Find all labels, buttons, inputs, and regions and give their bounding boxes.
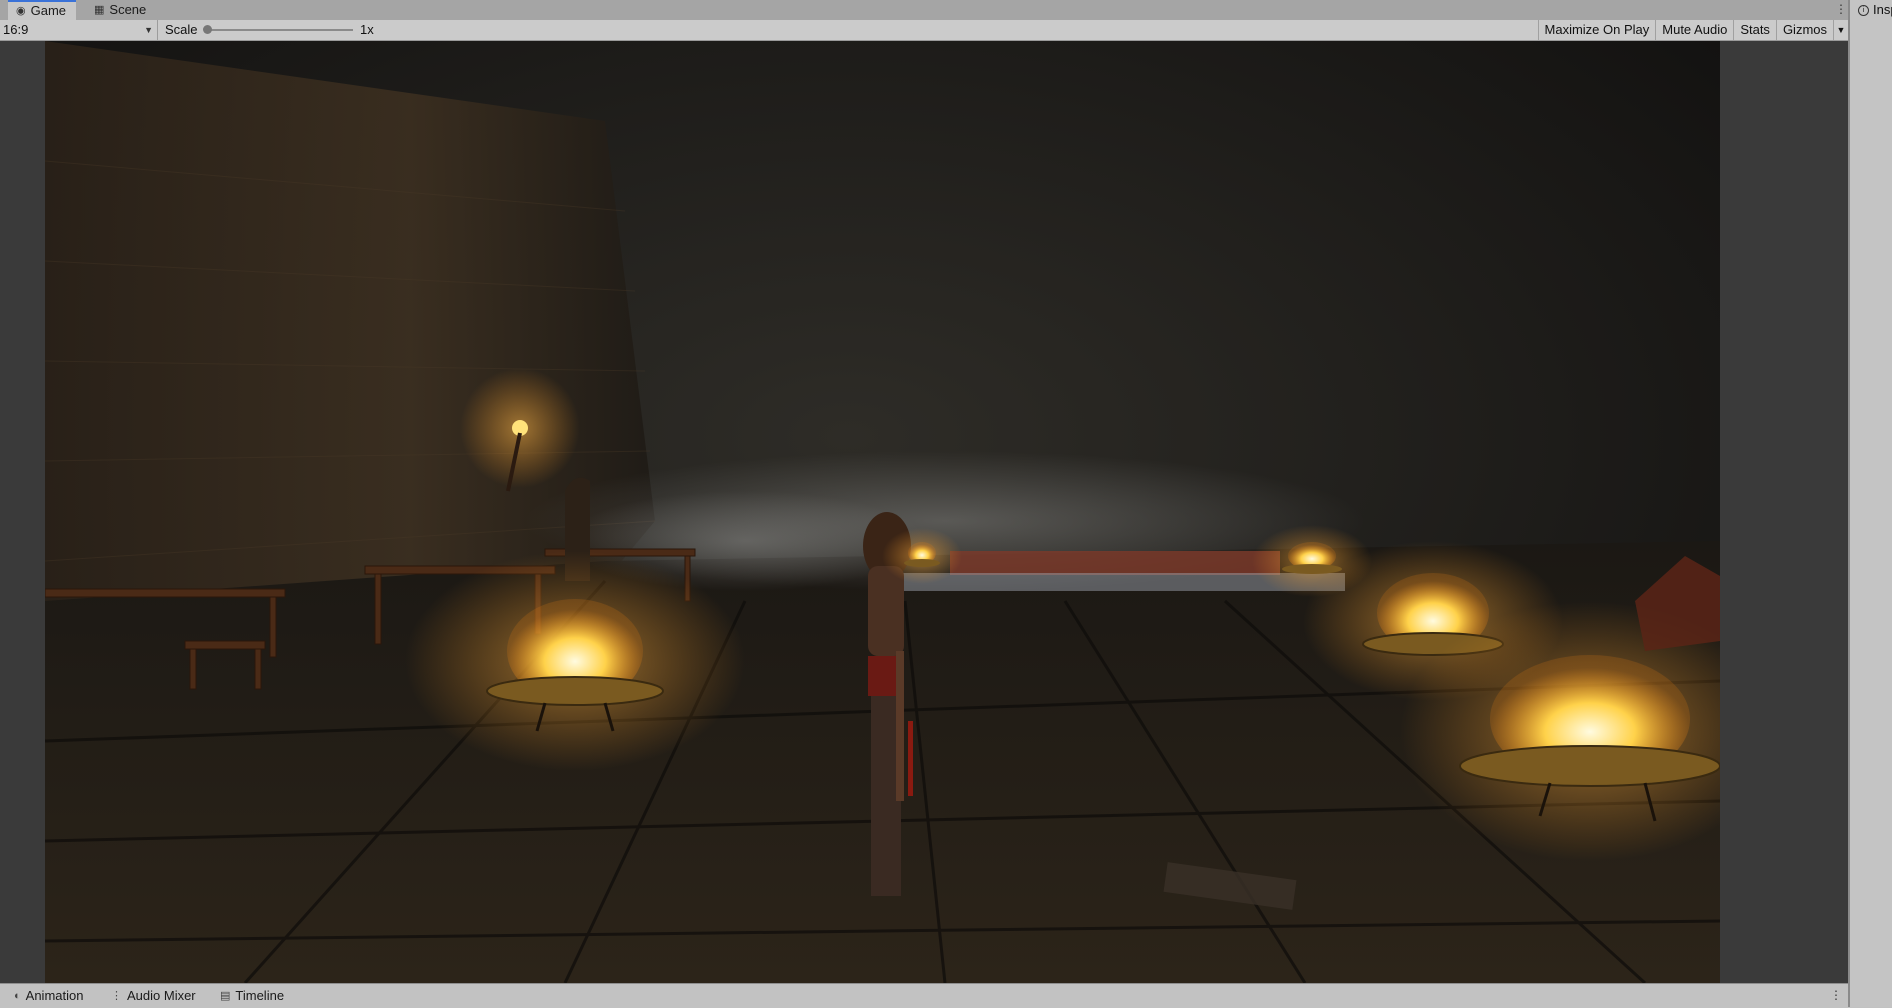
aspect-ratio-value: 16:9 (3, 22, 29, 37)
bottom-menu-icon[interactable]: ⋮ (1830, 988, 1842, 1002)
mixer-icon: ⋮ (111, 990, 122, 1002)
editor-tab-bar: ◉ Game ▦ Scene ⋮ (0, 0, 1848, 21)
game-view-toolbar: 16:9 ▼ Scale 1x Maximize On Play Mute Au… (0, 20, 1848, 41)
gamepad-icon: ◉ (16, 5, 26, 17)
tab-inspector-label: Insp (1873, 2, 1892, 17)
maximize-on-play-button[interactable]: Maximize On Play (1537, 20, 1656, 40)
gizmos-dropdown-icon[interactable]: ▼ (1833, 20, 1848, 40)
tab-menu-icon[interactable]: ⋮ (1834, 2, 1848, 16)
info-icon: i (1858, 4, 1869, 16)
tab-audio-mixer-label: Audio Mixer (127, 988, 196, 1003)
gizmos-button[interactable]: Gizmos (1775, 20, 1833, 40)
tab-scene[interactable]: ▦ Scene (86, 0, 156, 20)
tab-inspector[interactable]: i Insp (1858, 0, 1892, 20)
brazier-far-left (882, 528, 962, 584)
chevron-down-icon: ▼ (144, 25, 153, 35)
tab-game[interactable]: ◉ Game (8, 0, 77, 20)
tab-timeline[interactable]: ▤ Timeline (220, 984, 284, 1008)
stats-button[interactable]: Stats (1733, 20, 1776, 40)
tab-timeline-label: Timeline (235, 988, 285, 1003)
tab-animation-label: Animation (25, 988, 84, 1003)
timeline-icon: ▤ (220, 990, 231, 1002)
scale-label: Scale (165, 22, 198, 37)
animation-icon: ◐ (14, 990, 21, 1002)
tab-animation[interactable]: ◐ Animation (14, 984, 83, 1008)
brazier-far-right (1252, 525, 1372, 597)
bottom-tab-bar: ◐ Animation ⋮ Audio Mixer ▤ Timeline ⋮ (0, 983, 1848, 1008)
tab-scene-label: Scene (109, 2, 147, 17)
brazier-near-left (405, 551, 745, 771)
aspect-ratio-dropdown[interactable]: 16:9 ▼ (0, 20, 158, 40)
tab-game-label: Game (30, 3, 67, 18)
grid-icon: ▦ (94, 4, 105, 16)
scale-slider-track[interactable] (205, 29, 353, 31)
tab-audio-mixer[interactable]: ⋮ Audio Mixer (111, 984, 196, 1008)
scale-slider-thumb[interactable] (203, 25, 212, 34)
game-render (45, 41, 1720, 983)
game-viewport[interactable] (45, 41, 1720, 983)
inspector-panel: i Insp (1848, 0, 1892, 1007)
scale-value: 1x (360, 22, 374, 37)
mute-audio-button[interactable]: Mute Audio (1655, 20, 1733, 40)
